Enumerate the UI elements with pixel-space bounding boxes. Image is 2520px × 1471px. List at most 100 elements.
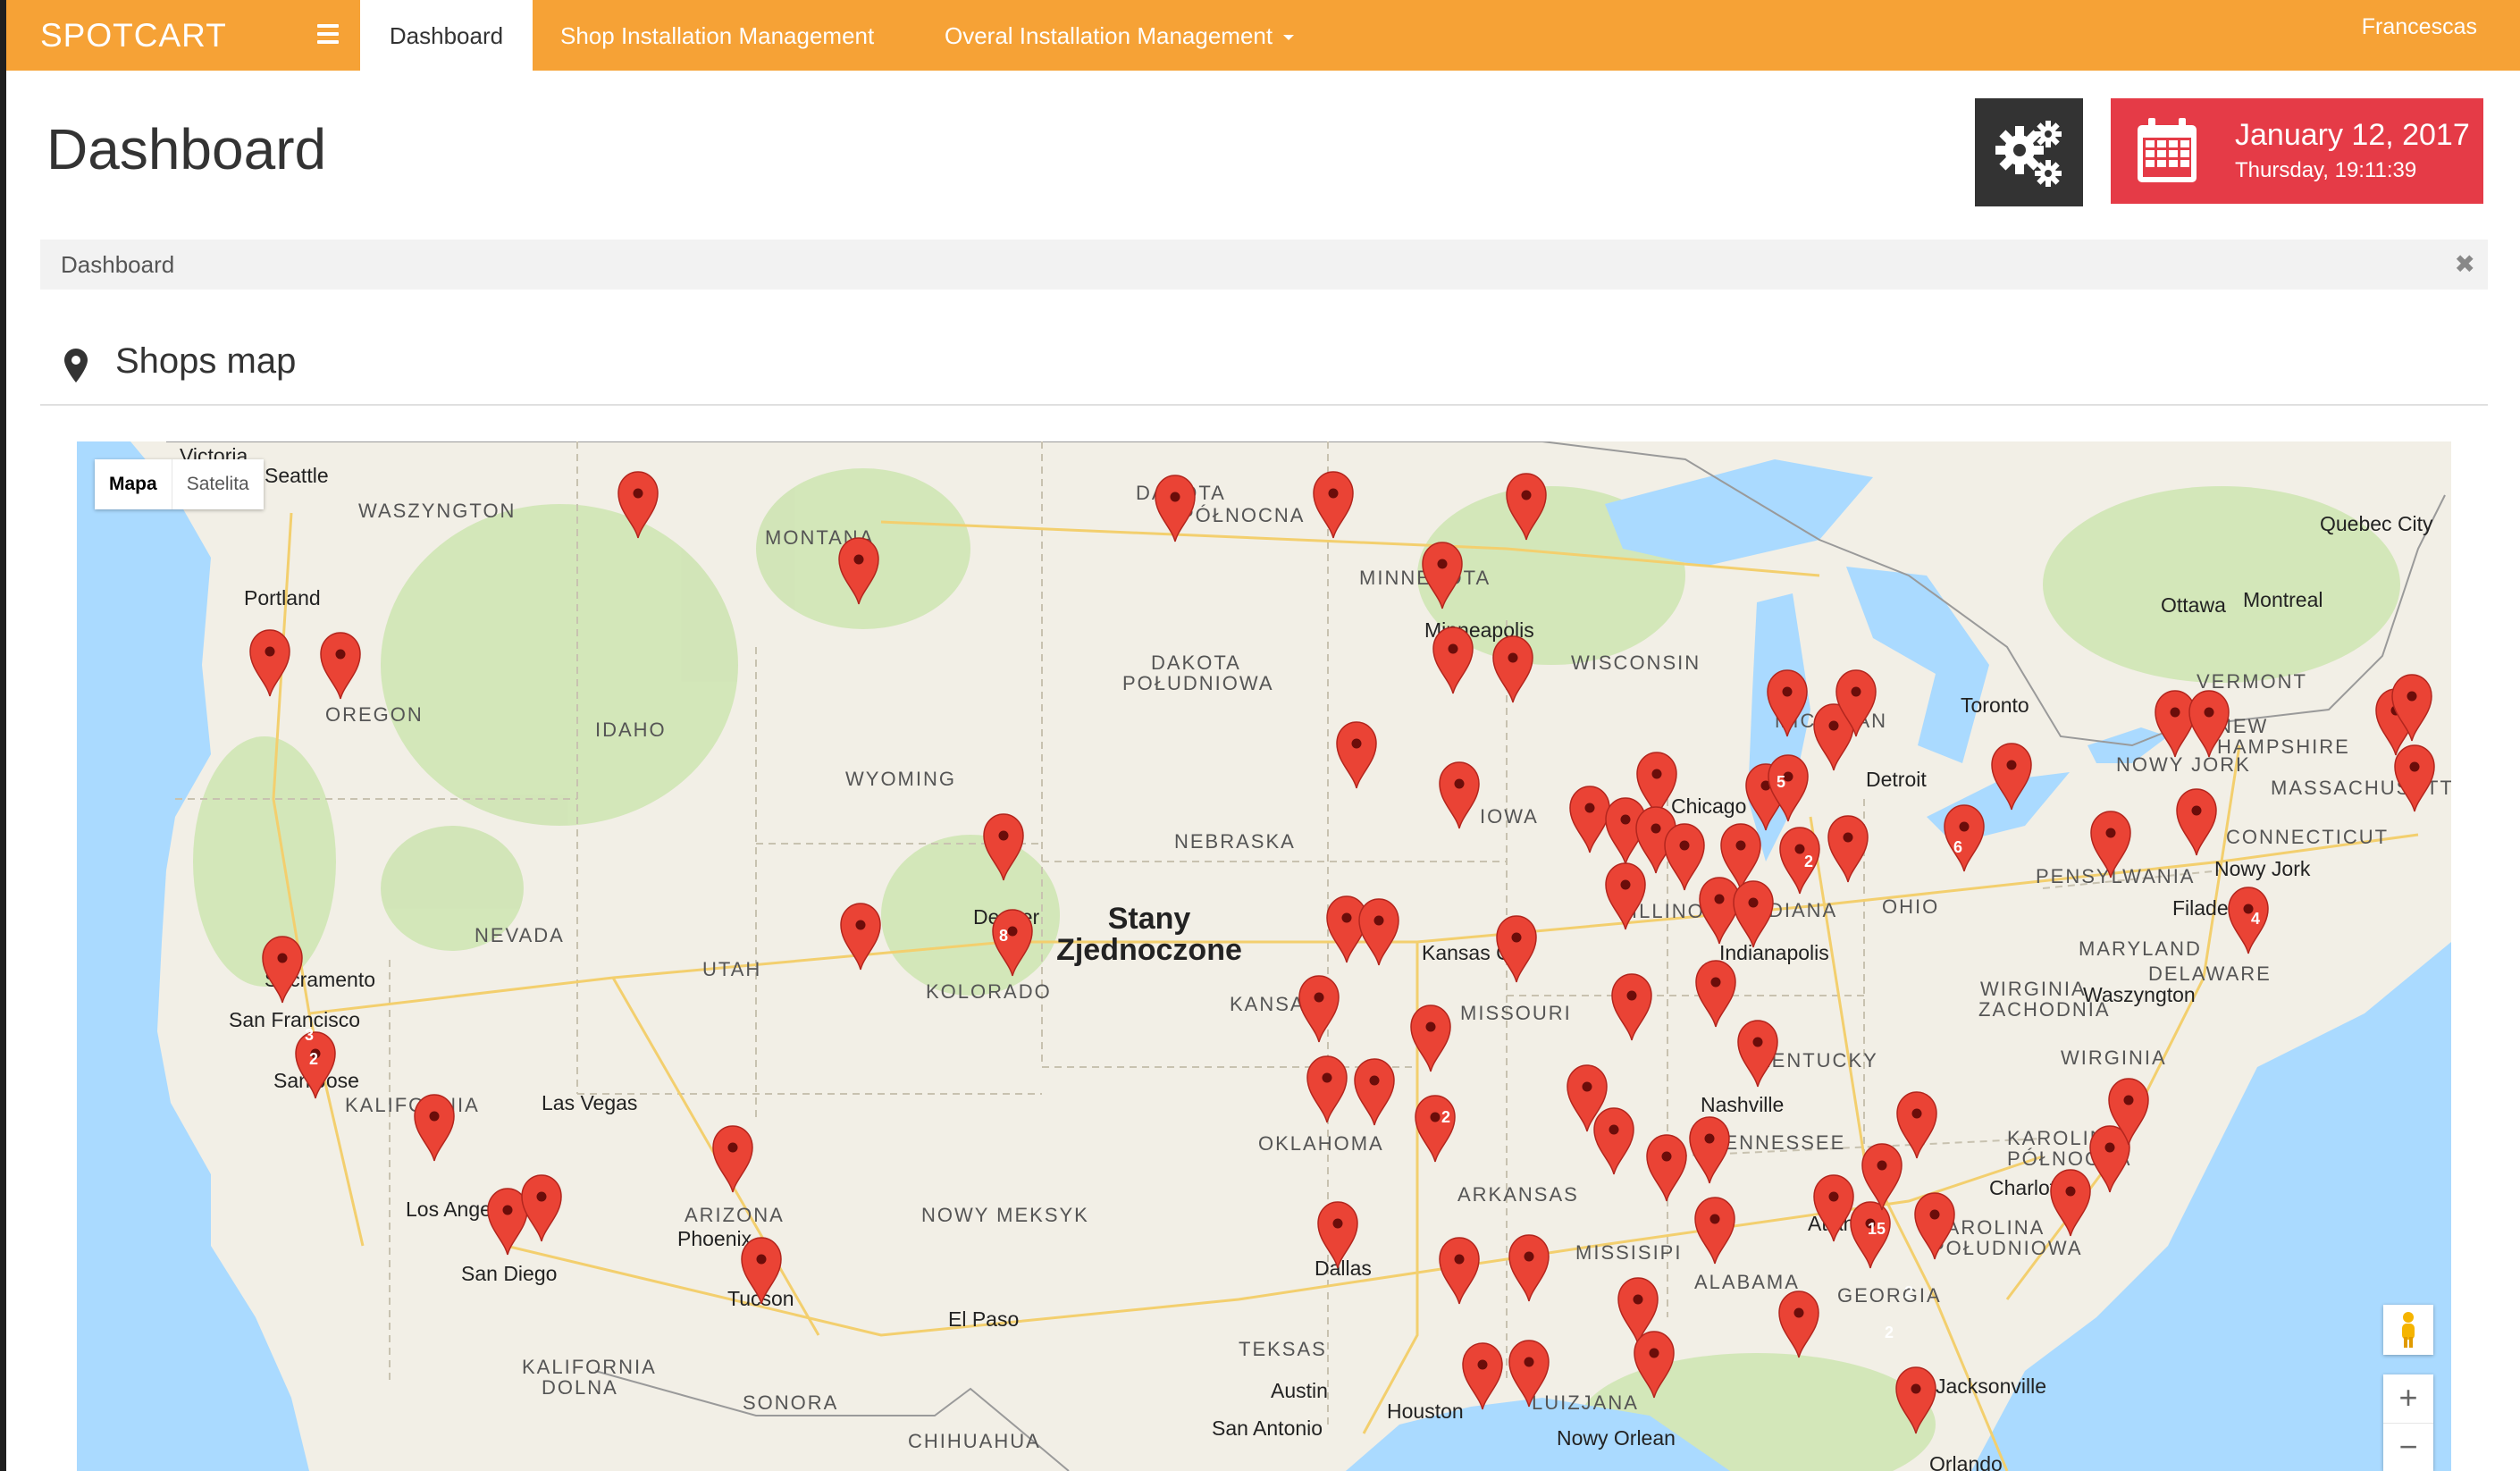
state-label: MARYLAND <box>2079 937 2202 960</box>
state-label: DOLNA <box>542 1376 618 1399</box>
country-label-2: Zjednoczone <box>1056 933 1242 967</box>
map-type-map-button[interactable]: Mapa <box>95 459 172 509</box>
city-label: Waszyngton <box>2083 983 2196 1006</box>
shops-map[interactable]: Stany Zjednoczone WASZYNGTON OREGON IDAH… <box>77 441 2451 1471</box>
map-canvas[interactable]: Stany Zjednoczone WASZYNGTON OREGON IDAH… <box>77 441 2451 1471</box>
city-label: San Diego <box>461 1262 557 1285</box>
state-label: GEORGIA <box>1837 1284 1942 1307</box>
city-label: Nashville <box>1701 1093 1784 1116</box>
country-label-1: Stany <box>1108 902 1191 936</box>
city-label: San Francisco <box>229 1008 360 1031</box>
state-label: CONNECTICUT <box>2226 826 2389 848</box>
state-label: OREGON <box>325 703 424 726</box>
map-type-control: Mapa Satelita <box>95 459 264 509</box>
city-label: Nowy Jork <box>2214 857 2311 880</box>
chevron-down-icon <box>1283 35 1295 41</box>
state-label: CHIHUAHUA <box>908 1430 1041 1452</box>
state-label: DAKOTA <box>1151 651 1241 674</box>
state-label: NEVADA <box>475 924 565 946</box>
svg-text:4: 4 <box>2251 910 2260 928</box>
svg-text:2: 2 <box>1441 1108 1450 1126</box>
calendar-icon <box>2138 118 2197 182</box>
state-label: NEBRASKA <box>1174 830 1296 853</box>
nav-dashboard[interactable]: Dashboard <box>360 0 533 71</box>
nav-shop-installation-management[interactable]: Shop Installation Management <box>560 0 874 71</box>
state-label: WYOMING <box>845 768 956 790</box>
nav-overal-installation-management[interactable]: Overal Installation Management <box>945 0 1295 71</box>
city-label: Detroit <box>1866 768 1927 791</box>
zoom-out-button[interactable]: − <box>2383 1424 2433 1471</box>
left-window-edge <box>0 0 6 1471</box>
gears-icon <box>1995 121 2062 187</box>
menu-toggle-icon[interactable] <box>317 24 339 46</box>
state-label: KALIFORNIA <box>522 1356 657 1378</box>
city-label: Houston <box>1387 1400 1464 1423</box>
svg-text:2: 2 <box>1885 1324 1894 1341</box>
city-label: Portland <box>244 586 321 609</box>
city-label: Dallas <box>1315 1257 1372 1280</box>
map-type-satellite-button[interactable]: Satelita <box>172 459 264 509</box>
state-label: OKLAHOMA <box>1258 1132 1384 1155</box>
state-label: IDAHO <box>595 719 667 741</box>
pegman-icon <box>2402 1312 2415 1348</box>
date-widget: January 12, 2017 Thursday, 19:11:39 <box>2111 98 2483 204</box>
state-label: IOWA <box>1480 805 1539 828</box>
city-label: Toronto <box>1961 693 2029 717</box>
svg-text:2: 2 <box>1904 1283 1913 1301</box>
close-icon[interactable]: ✖ <box>2455 240 2475 290</box>
city-label: Seattle <box>265 464 329 487</box>
shops-map-section-header: Shops map <box>40 331 2488 406</box>
city-label: Orlando <box>1929 1452 2003 1471</box>
svg-text:2: 2 <box>1804 853 1813 870</box>
state-label: MISSOURI <box>1460 1002 1572 1024</box>
top-navbar: SPOTCART Dashboard Shop Installation Man… <box>6 0 2520 71</box>
city-label: Jacksonville <box>1936 1374 2046 1398</box>
state-label: NOWY MEKSYK <box>921 1204 1089 1226</box>
state-label: SONORA <box>743 1391 838 1414</box>
city-label: Phoenix <box>677 1227 752 1250</box>
state-label: ALABAMA <box>1694 1271 1800 1293</box>
city-label: Nowy Orlean <box>1557 1426 1676 1450</box>
city-label: Indianapolis <box>1719 941 1829 964</box>
city-label: Quebec City <box>2320 512 2433 535</box>
state-label: KALIFORNIA <box>345 1094 480 1116</box>
state-label: POŁUDNIOWA <box>1931 1237 2083 1259</box>
state-label: WASZYNGTON <box>358 500 516 522</box>
city-label: Las Vegas <box>542 1091 637 1114</box>
section-title: Shops map <box>115 341 297 381</box>
date-text: January 12, 2017 <box>2235 118 2470 152</box>
city-label: San Antonio <box>1212 1416 1323 1440</box>
state-label: KOLORADO <box>926 980 1052 1003</box>
map-marker-icon <box>64 349 88 382</box>
state-label: OHIO <box>1882 895 1939 918</box>
breadcrumb: Dashboard ✖ <box>40 240 2488 290</box>
state-label: UTAH <box>702 958 761 980</box>
svg-text:3: 3 <box>305 1026 314 1044</box>
svg-text:8: 8 <box>999 927 1008 945</box>
state-label: WIRGINIA <box>1980 978 2087 1000</box>
state-label: WIRGINIA <box>2061 1047 2167 1069</box>
svg-text:2: 2 <box>309 1050 318 1068</box>
svg-text:15: 15 <box>1868 1220 1886 1238</box>
state-label: ARIZONA <box>685 1204 785 1226</box>
state-label: DELAWARE <box>2148 962 2272 985</box>
state-label: VERMONT <box>2197 670 2307 693</box>
settings-button[interactable] <box>1975 98 2083 206</box>
breadcrumb-item-dashboard[interactable]: Dashboard <box>61 240 174 290</box>
state-label: PÓŁNOCNA <box>1180 504 1305 526</box>
state-label: LUIZJANA <box>1532 1391 1639 1414</box>
nav-overal-label: Overal Installation Management <box>945 22 1273 49</box>
page-title: Dashboard <box>46 117 327 181</box>
city-label: Chicago <box>1671 794 1746 818</box>
state-label: HAMPSHIRE <box>2217 736 2350 758</box>
user-menu[interactable]: Francescas <box>2362 14 2477 40</box>
state-label: ARKANSAS <box>1457 1183 1579 1206</box>
street-view-pegman[interactable] <box>2383 1305 2433 1355</box>
city-label: Ottawa <box>2161 593 2226 617</box>
time-text: Thursday, 19:11:39 <box>2235 158 2417 182</box>
city-label: Montreal <box>2243 588 2323 611</box>
svg-text:6: 6 <box>1953 838 1962 856</box>
brand-logo[interactable]: SPOTCART <box>40 0 227 71</box>
zoom-in-button[interactable]: + <box>2383 1374 2433 1424</box>
state-label: POŁUDNIOWA <box>1122 672 1274 694</box>
